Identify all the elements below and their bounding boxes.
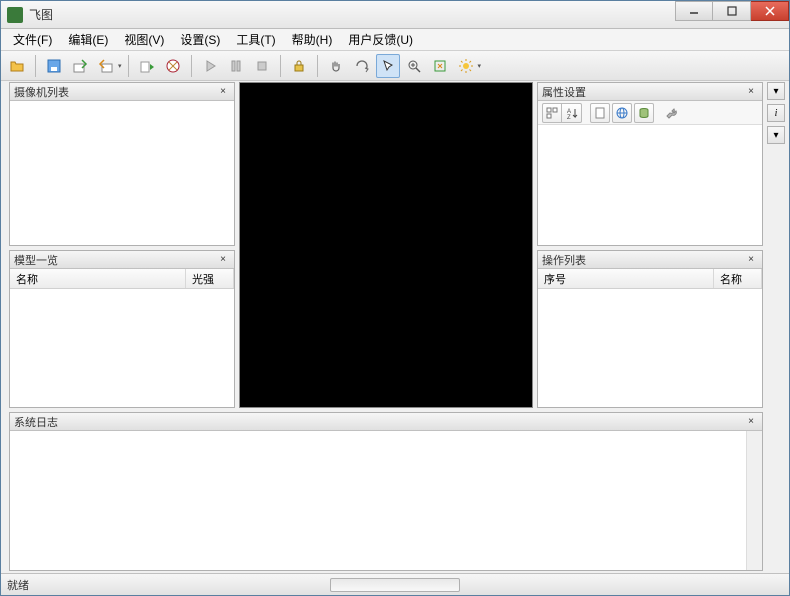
work-area: 摄像机列表 × 模型一览 × 名称 光强 — [9, 82, 763, 571]
export-icon[interactable] — [68, 54, 92, 78]
panel-header: 模型一览 × — [10, 251, 234, 269]
toolbar-separator — [128, 55, 129, 77]
menu-edit[interactable]: 编辑(E) — [60, 29, 116, 50]
viewport[interactable] — [239, 82, 533, 408]
menu-bar: 文件(F) 编辑(E) 视图(V) 设置(S) 工具(T) 帮助(H) 用户反馈… — [1, 29, 789, 51]
discard-icon[interactable] — [161, 54, 185, 78]
title-bar: 飞图 — [1, 1, 789, 29]
save-icon[interactable] — [42, 54, 66, 78]
menu-settings[interactable]: 设置(S) — [172, 29, 228, 50]
sort-az-icon[interactable]: AZ — [562, 103, 582, 123]
model-list-panel: 模型一览 × 名称 光强 — [9, 250, 235, 408]
import-icon[interactable] — [94, 54, 118, 78]
property-settings-panel: 属性设置 × AZ — [537, 82, 763, 246]
open-folder-icon[interactable] — [5, 54, 29, 78]
close-button[interactable] — [751, 1, 789, 21]
system-log-panel: 系统日志 × — [9, 412, 763, 571]
toolbar-separator — [317, 55, 318, 77]
pan-hand-icon[interactable] — [324, 54, 348, 78]
window-controls — [675, 1, 789, 28]
column-light-intensity[interactable]: 光强 — [186, 269, 234, 288]
brightness-icon[interactable] — [454, 54, 478, 78]
select-cursor-icon[interactable] — [376, 54, 400, 78]
panel-title: 模型一览 — [14, 252, 216, 268]
panel-title: 系统日志 — [14, 414, 744, 430]
svg-text:Z: Z — [567, 115, 571, 119]
column-name[interactable]: 名称 — [714, 269, 762, 288]
system-log-body[interactable] — [10, 431, 762, 570]
status-bar: 就绪 — [1, 573, 789, 595]
camera-list-panel: 摄像机列表 × — [9, 82, 235, 246]
maximize-button[interactable] — [713, 1, 751, 21]
panel-title: 摄像机列表 — [14, 84, 216, 100]
wrench-icon[interactable] — [662, 103, 682, 123]
left-column: 摄像机列表 × 模型一览 × 名称 光强 — [9, 82, 235, 408]
panel-header: 摄像机列表 × — [10, 83, 234, 101]
zoom-in-icon[interactable] — [402, 54, 426, 78]
lock-icon[interactable] — [287, 54, 311, 78]
dropdown-arrow-icon[interactable]: ▾ — [118, 62, 122, 70]
application-window: 飞图 文件(F) 编辑(E) 视图(V) 设置(S) 工具(T) 帮助(H) 用… — [0, 0, 790, 596]
fit-view-icon[interactable] — [428, 54, 452, 78]
side-chevron-icon[interactable]: ▾ — [767, 82, 785, 100]
panel-title: 操作列表 — [542, 252, 744, 268]
panel-close-icon[interactable]: × — [216, 85, 230, 99]
panel-close-icon[interactable]: × — [744, 85, 758, 99]
pause-icon[interactable] — [224, 54, 248, 78]
panel-title: 属性设置 — [542, 84, 744, 100]
side-chevron-icon[interactable]: ▾ — [767, 126, 785, 144]
menu-feedback[interactable]: 用户反馈(U) — [340, 29, 421, 50]
menu-help[interactable]: 帮助(H) — [284, 29, 341, 50]
dropdown-arrow-icon[interactable]: ▾ — [478, 62, 482, 70]
top-row: 摄像机列表 × 模型一览 × 名称 光强 — [9, 82, 763, 408]
window-title: 飞图 — [29, 6, 675, 23]
column-headers: 序号 名称 — [538, 269, 762, 289]
info-icon[interactable]: i — [767, 104, 785, 122]
column-headers: 名称 光强 — [10, 269, 234, 289]
operation-list-panel: 操作列表 × 序号 名称 — [537, 250, 763, 408]
play-icon[interactable] — [198, 54, 222, 78]
status-text: 就绪 — [7, 577, 29, 593]
categorize-icon[interactable] — [542, 103, 562, 123]
column-index[interactable]: 序号 — [538, 269, 714, 288]
toolbar-separator — [191, 55, 192, 77]
toolbar-separator — [280, 55, 281, 77]
operation-list-body[interactable] — [538, 289, 762, 407]
app-icon — [7, 7, 23, 23]
property-toolbar: AZ — [538, 101, 762, 125]
camera-list-body[interactable] — [10, 101, 234, 245]
panel-header: 操作列表 × — [538, 251, 762, 269]
toolbar-separator — [35, 55, 36, 77]
menu-file[interactable]: 文件(F) — [5, 29, 60, 50]
minimize-button[interactable] — [675, 1, 713, 21]
menu-tools[interactable]: 工具(T) — [228, 29, 283, 50]
panel-close-icon[interactable]: × — [744, 415, 758, 429]
prop-page-icon[interactable] — [590, 103, 610, 123]
send-to-icon[interactable] — [135, 54, 159, 78]
side-strip: ▾ i ▾ — [767, 82, 785, 144]
model-list-body[interactable] — [10, 289, 234, 407]
toolbar: ▾ — [1, 51, 789, 81]
panel-header: 系统日志 × — [10, 413, 762, 431]
stop-icon[interactable] — [250, 54, 274, 78]
panel-close-icon[interactable]: × — [216, 253, 230, 267]
menu-view[interactable]: 视图(V) — [116, 29, 172, 50]
panel-close-icon[interactable]: × — [744, 253, 758, 267]
database-icon[interactable] — [634, 103, 654, 123]
property-body[interactable] — [538, 125, 762, 245]
globe-icon[interactable] — [612, 103, 632, 123]
column-name[interactable]: 名称 — [10, 269, 186, 288]
scrollbar[interactable] — [746, 431, 762, 570]
panel-header: 属性设置 × — [538, 83, 762, 101]
rotate-icon[interactable] — [350, 54, 374, 78]
right-column: 属性设置 × AZ — [537, 82, 763, 408]
progress-bar — [330, 578, 460, 592]
